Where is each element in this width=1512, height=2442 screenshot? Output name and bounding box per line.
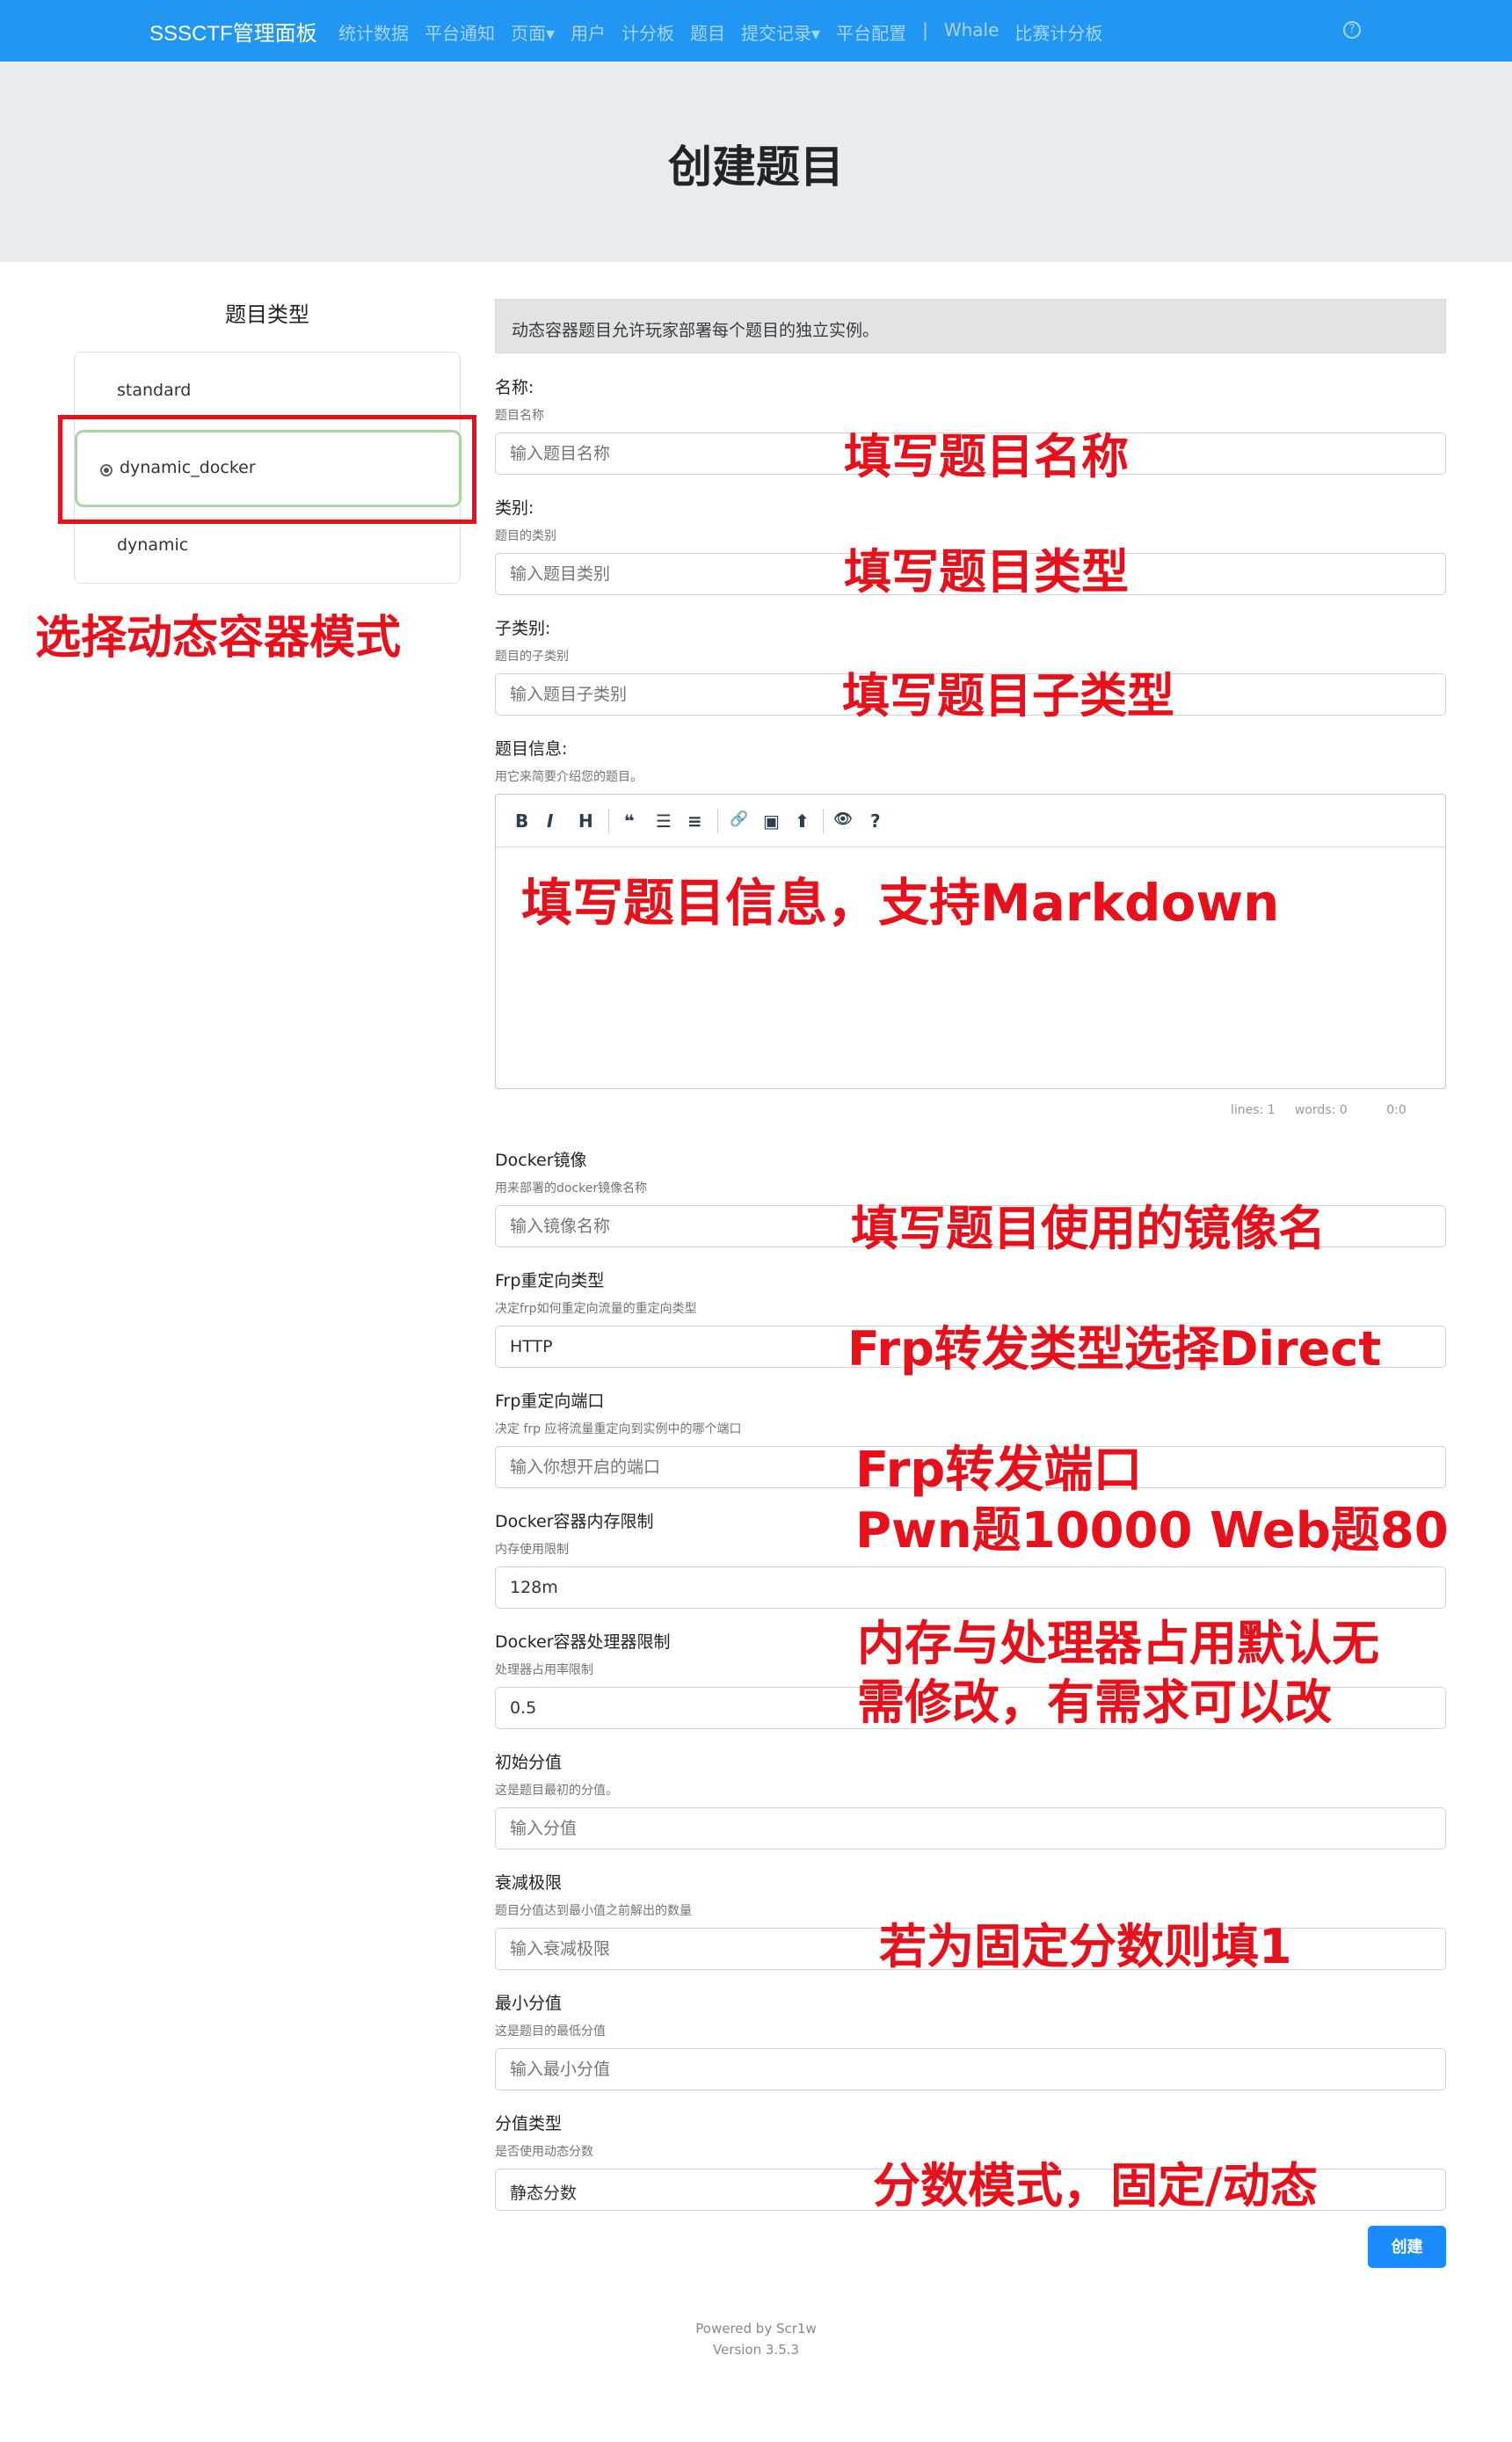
- initial-value-label: 初始分值: [495, 1753, 563, 1772]
- quote-icon[interactable]: ❝: [624, 810, 635, 832]
- name-help: 题目名称: [495, 409, 544, 423]
- cpu-limit-help: 处理器占用率限制: [495, 1663, 593, 1677]
- editor-cursor: 0:0: [1386, 1103, 1407, 1117]
- type-option-label: standard: [117, 381, 192, 400]
- docker-image-label: Docker镜像: [495, 1151, 587, 1170]
- nav-item-ctf-scoreboard[interactable]: 比赛计分板: [1014, 19, 1102, 45]
- memory-limit-help: 内存使用限制: [495, 1543, 569, 1557]
- memory-limit-label: Docker容器内存限制: [495, 1512, 654, 1531]
- nav-item-submissions[interactable]: 提交记录▾: [741, 19, 820, 45]
- page-header: 创建题目: [0, 62, 1512, 262]
- minimum-value-label: 最小分值: [495, 1994, 563, 2013]
- subcategory-help: 题目的子类别: [495, 650, 569, 664]
- annotation-name: 填写题目名称: [844, 429, 1129, 484]
- annotation-decay: 若为固定分数则填1: [879, 1919, 1292, 1974]
- score-type-label: 分值类型: [495, 2114, 563, 2133]
- unordered-list-icon[interactable]: ☰: [656, 810, 672, 832]
- question-circle-icon[interactable]: ?: [1343, 21, 1361, 39]
- heading-icon[interactable]: H: [578, 810, 593, 832]
- annotation-score-type: 分数模式，固定/动态: [873, 2158, 1318, 2213]
- subcategory-label: 子类别:: [495, 619, 551, 638]
- upload-icon[interactable]: ⬆: [795, 810, 810, 832]
- nav-item-notifications[interactable]: 平台通知: [425, 19, 495, 45]
- info-alert: 动态容器题目允许玩家部署每个题目的独立实例。: [495, 299, 1446, 353]
- nav-menu: 统计数据 平台通知 页面▾ 用户 计分板 题目 提交记录▾ 平台配置 | Wha…: [338, 19, 1102, 45]
- annotation-description: 填写题目信息，支持Markdown: [521, 873, 1280, 933]
- annotation-resource-2: 需修改，有需求可以改: [857, 1675, 1332, 1730]
- editor-toolbar: B I H ❝ ☰ ≡ 🔗 ▣ ⬆ 👁 ?: [496, 795, 1445, 847]
- memory-limit-input[interactable]: 128m: [495, 1566, 1446, 1609]
- minimum-value-help: 这是题目的最低分值: [495, 2024, 606, 2039]
- preview-eye-icon[interactable]: 👁: [833, 810, 853, 828]
- page-title: 创建题目: [668, 142, 844, 193]
- image-icon[interactable]: ▣: [763, 810, 780, 832]
- editor-statusbar: lines: 1 words: 0 0:0: [1231, 1103, 1407, 1117]
- nav-item-stats[interactable]: 统计数据: [338, 19, 409, 45]
- initial-value-help: 这是题目最初的分值。: [495, 1784, 618, 1798]
- annotation-image: 填写题目使用的镜像名: [851, 1201, 1326, 1256]
- toolbar-separator: [823, 809, 824, 833]
- annotation-frp-port-2: Pwn题10000 Web题80: [855, 1502, 1449, 1559]
- frp-type-label: Frp重定向类型: [495, 1271, 605, 1290]
- annotation-highlight-box: [58, 415, 476, 524]
- nav-item-config[interactable]: 平台配置: [836, 19, 906, 45]
- bold-icon[interactable]: B: [515, 810, 528, 832]
- description-help: 用它来简要介绍您的题目。: [495, 770, 643, 784]
- toolbar-separator: [717, 809, 718, 833]
- annotation-category: 填写题目类型: [844, 544, 1129, 600]
- help-icon[interactable]: ?: [870, 810, 881, 832]
- name-label: 名称:: [495, 378, 534, 397]
- decay-help: 题目分值达到最小值之前解出的数量: [495, 1904, 692, 1918]
- brand-link[interactable]: SSSCTF管理面板: [149, 16, 317, 47]
- annotation-frp-type: Frp转发类型选择Direct: [847, 1321, 1382, 1377]
- minimum-value-input[interactable]: [495, 2048, 1446, 2090]
- footer-version: Version 3.5.3: [712, 2342, 800, 2358]
- description-label: 题目信息:: [495, 739, 568, 759]
- markdown-editor[interactable]: B I H ❝ ☰ ≡ 🔗 ▣ ⬆ 👁 ?: [495, 794, 1446, 1089]
- nav-item-pages[interactable]: 页面▾: [511, 19, 555, 45]
- frp-port-help: 决定 frp 应将流量重定向到实例中的哪个端口: [495, 1422, 742, 1436]
- category-help: 题目的类别: [495, 529, 556, 543]
- nav-divider: |: [922, 19, 928, 40]
- annotation-subcategory: 填写题目子类型: [842, 668, 1174, 723]
- footer-powered-by: Powered by Scr1w: [695, 2321, 817, 2337]
- docker-image-help: 用来部署的docker镜像名称: [495, 1181, 648, 1196]
- decay-label: 衰减极限: [495, 1873, 563, 1893]
- top-navbar: SSSCTF管理面板 统计数据 平台通知 页面▾ 用户 计分板 题目 提交记录▾…: [0, 0, 1512, 62]
- category-label: 类别:: [495, 498, 534, 518]
- create-button[interactable]: 创建: [1368, 2226, 1446, 2268]
- initial-value-input[interactable]: [495, 1807, 1446, 1850]
- ordered-list-icon[interactable]: ≡: [687, 810, 702, 832]
- score-type-help: 是否使用动态分数: [495, 2145, 593, 2159]
- editor-lines: lines: 1: [1231, 1103, 1276, 1117]
- nav-item-whale[interactable]: Whale: [944, 19, 1000, 45]
- nav-item-users[interactable]: 用户: [571, 19, 606, 45]
- link-icon[interactable]: 🔗: [730, 810, 748, 828]
- editor-words: words: 0: [1294, 1103, 1348, 1117]
- frp-type-help: 决定frp如何重定向流量的重定向类型: [495, 1302, 697, 1316]
- cpu-limit-label: Docker容器处理器限制: [495, 1632, 671, 1652]
- frp-port-label: Frp重定向端口: [495, 1392, 605, 1411]
- challenge-type-title: 题目类型: [225, 302, 309, 327]
- toolbar-separator: [608, 809, 609, 833]
- nav-item-scoreboard[interactable]: 计分板: [622, 19, 674, 45]
- italic-icon[interactable]: I: [547, 810, 553, 832]
- type-option-label: dynamic: [117, 535, 189, 555]
- annotation-select-type: 选择动态容器模式: [35, 612, 402, 665]
- nav-item-challenges[interactable]: 题目: [690, 19, 725, 45]
